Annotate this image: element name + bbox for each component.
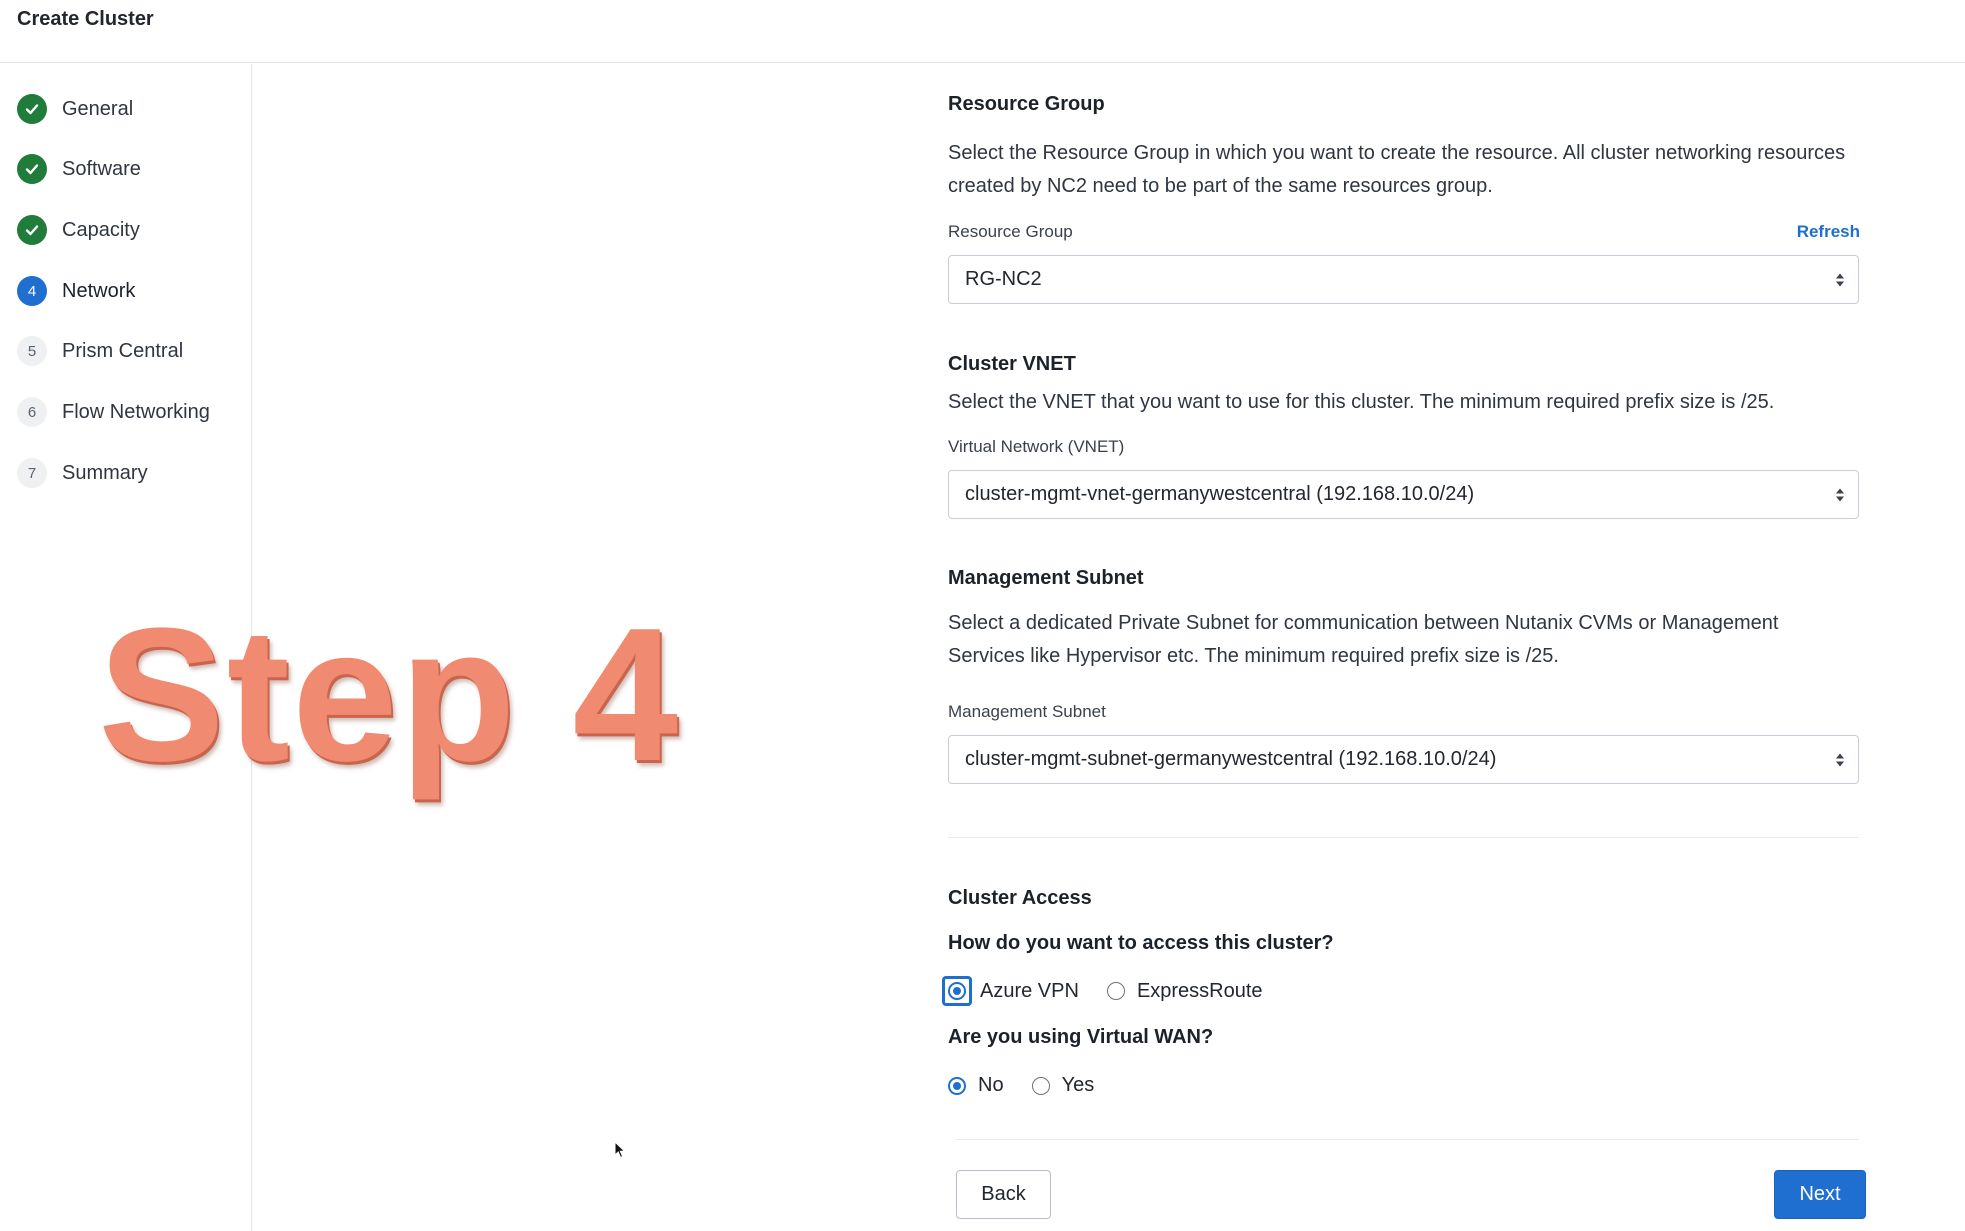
step-prism-central[interactable]: 5 Prism Central [17, 334, 183, 368]
step-summary[interactable]: 7 Summary [17, 456, 148, 490]
step-overlay-text: Step 4 [98, 589, 681, 801]
virtual-wan-question: Are you using Virtual WAN? [948, 1026, 1214, 1048]
step-network[interactable]: 4 Network [17, 274, 135, 308]
expressroute-label: ExpressRoute [1136, 979, 1263, 1002]
step-flow-networking[interactable]: 6 Flow Networking [17, 395, 210, 429]
resource-group-description: Select the Resource Group in which you w… [948, 142, 1846, 197]
azure-vpn-label: Azure VPN [980, 979, 1079, 1002]
wan-yes-label: Yes [1061, 1074, 1095, 1096]
step-number-badge: 6 [17, 397, 47, 427]
page-title: Create Cluster [17, 8, 154, 30]
check-icon [17, 215, 47, 245]
step-number-badge: 4 [17, 276, 47, 306]
step-label: Prism Central [62, 339, 184, 362]
footer-divider [956, 1139, 1859, 1140]
wan-yes-radio[interactable] [1031, 1076, 1050, 1095]
management-subnet-label: Management Subnet [948, 702, 1106, 721]
refresh-link[interactable]: Refresh [1797, 222, 1860, 242]
wan-yes-option[interactable]: Yes [1031, 1074, 1095, 1097]
resource-group-select[interactable]: RG-NC2 [948, 255, 1859, 304]
back-button[interactable]: Back [956, 1170, 1051, 1219]
resource-group-value: RG-NC2 [965, 268, 1042, 290]
step-capacity[interactable]: Capacity [17, 213, 140, 247]
management-subnet-value: cluster-mgmt-subnet-germanywestcentral (… [965, 748, 1497, 770]
step-label: General [62, 97, 134, 120]
select-arrows-icon [1836, 273, 1844, 286]
cluster-access-title: Cluster Access [948, 887, 1092, 909]
step-label: Software [62, 157, 141, 180]
step-label: Flow Networking [62, 400, 210, 423]
step-label: Capacity [62, 218, 140, 241]
management-subnet-description: Select a dedicated Private Subnet for co… [948, 612, 1779, 667]
expressroute-radio[interactable] [1106, 982, 1125, 1000]
select-arrows-icon [1836, 753, 1844, 766]
wan-no-radio[interactable] [948, 1076, 966, 1095]
virtual-wan-radio-group: No Yes [948, 1074, 1122, 1097]
resource-group-title: Resource Group [948, 93, 1105, 115]
access-radio-group: Azure VPN ExpressRoute [942, 976, 1291, 1006]
mouse-cursor-icon [614, 1140, 626, 1164]
expressroute-option[interactable]: ExpressRoute [1106, 979, 1263, 1003]
wan-no-label: No [978, 1074, 1004, 1096]
vnet-select[interactable]: cluster-mgmt-vnet-germanywestcentral (19… [948, 470, 1859, 519]
step-label: Summary [62, 461, 148, 484]
vnet-value: cluster-mgmt-vnet-germanywestcentral (19… [965, 483, 1475, 505]
step-number-badge: 5 [17, 336, 47, 366]
section-divider [948, 837, 1859, 838]
management-subnet-title: Management Subnet [948, 567, 1144, 589]
focus-ring [942, 976, 972, 1006]
check-icon [17, 94, 47, 124]
resource-group-label: Resource Group [948, 222, 1073, 241]
step-label: Network [62, 279, 136, 302]
step-number-badge: 7 [17, 458, 47, 488]
step-general[interactable]: General [17, 92, 133, 126]
step-software[interactable]: Software [17, 152, 141, 186]
azure-vpn-radio[interactable] [948, 982, 966, 1000]
next-button[interactable]: Next [1774, 1170, 1866, 1219]
network-form: Resource Group Select the Resource Group… [942, 0, 1866, 1231]
access-question: How do you want to access this cluster? [948, 932, 1334, 954]
azure-vpn-option[interactable]: Azure VPN [942, 976, 1079, 1006]
wan-no-option[interactable]: No [948, 1074, 1004, 1097]
cluster-vnet-description: Select the VNET that you want to use for… [948, 391, 1775, 413]
vnet-label: Virtual Network (VNET) [948, 437, 1125, 456]
check-icon [17, 154, 47, 184]
cluster-vnet-title: Cluster VNET [948, 353, 1076, 375]
management-subnet-select[interactable]: cluster-mgmt-subnet-germanywestcentral (… [948, 735, 1859, 784]
select-arrows-icon [1836, 488, 1844, 501]
